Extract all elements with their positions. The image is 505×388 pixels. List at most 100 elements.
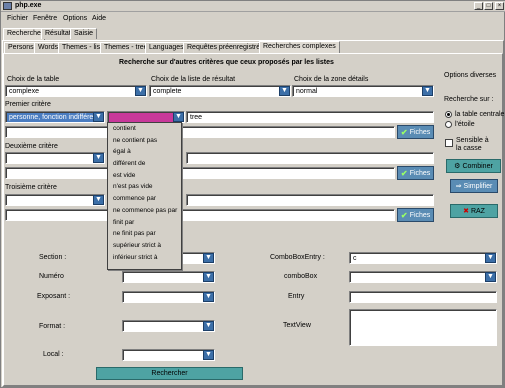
dropdown-option[interactable]: ne commence pas par xyxy=(108,205,181,217)
radio-table-centrale[interactable] xyxy=(445,111,452,118)
exposant-combo[interactable]: ▼ xyxy=(122,291,215,303)
crit1-fiches-button[interactable]: ✔ Fiches xyxy=(397,125,434,139)
menu-aide[interactable]: Aide xyxy=(92,15,106,22)
dropdown-option[interactable]: ne finit pas par xyxy=(108,228,181,240)
detail-combo[interactable]: normal ▼ xyxy=(292,85,434,97)
crit3-label: Troisième critère xyxy=(5,184,57,191)
detail-combo-value: normal xyxy=(296,88,318,95)
close-button[interactable]: × xyxy=(495,2,504,10)
crit2-fiches-label: Fiches xyxy=(409,169,431,177)
dropdown-option[interactable]: finit par xyxy=(108,217,181,229)
window-title: php.exe xyxy=(15,2,42,9)
result-combo-value: complete xyxy=(153,88,182,95)
dropdown-option[interactable]: ne contient pas xyxy=(108,135,181,147)
chevron-down-icon: ▼ xyxy=(93,153,104,163)
local-combo[interactable]: ▼ xyxy=(122,349,215,361)
crit1-field-combo[interactable]: personne, fonction indifférente ▼ xyxy=(5,111,105,123)
crit2-label: Deuxième critère xyxy=(5,143,58,150)
crit1-field-value: personne, fonction indifférente xyxy=(9,114,104,121)
tab-saisie[interactable]: Saisie xyxy=(70,28,98,39)
exposant-label: Exposant : xyxy=(37,293,71,300)
combine-button[interactable]: ⚙ Combiner xyxy=(446,159,501,173)
menu-fenetre[interactable]: Fenêtre xyxy=(33,15,57,22)
numero-label: Numéro xyxy=(39,273,64,280)
chevron-down-icon: ▼ xyxy=(93,195,104,205)
numero-combo[interactable]: ▼ xyxy=(122,271,215,283)
comboboxentry-combo[interactable]: c ▼ xyxy=(349,252,497,264)
chevron-down-icon: ▼ xyxy=(135,86,146,96)
app-window: php.exe _ □ × Fichier Fenêtre Options Ai… xyxy=(0,0,505,388)
simplify-button[interactable]: ⇒ Simplifier xyxy=(450,179,498,193)
table-combo-value: complexe xyxy=(9,88,39,95)
chevron-down-icon: ▼ xyxy=(203,253,214,263)
tab-themes-list[interactable]: Themes - list xyxy=(58,42,107,53)
tab-languages[interactable]: Languages xyxy=(145,42,188,53)
chevron-down-icon: ▼ xyxy=(173,112,184,122)
radio-etoile[interactable] xyxy=(445,121,452,128)
radio-etoile-label: l'étoile xyxy=(455,121,475,128)
dropdown-option[interactable]: différent de xyxy=(108,158,181,170)
format-combo[interactable]: ▼ xyxy=(122,320,215,332)
maximize-button[interactable]: □ xyxy=(484,2,493,10)
clear-icon: ✖ xyxy=(463,208,469,215)
search-on-label: Recherche sur : xyxy=(444,96,494,103)
chevron-down-icon: ▼ xyxy=(203,292,214,302)
comboboxentry-label: ComboBoxEntry : xyxy=(270,254,325,261)
crit2-value-entry[interactable] xyxy=(186,152,434,164)
detail-label: Choix de la zone détails xyxy=(294,76,369,83)
result-label: Choix de la liste de résultat xyxy=(151,76,236,83)
chevron-down-icon: ▼ xyxy=(422,86,433,96)
crit1-extra-entry[interactable] xyxy=(5,126,395,138)
title-bar: php.exe _ □ × xyxy=(1,1,505,12)
crit3-value-entry[interactable] xyxy=(186,194,434,206)
result-combo[interactable]: complete ▼ xyxy=(149,85,291,97)
menu-fichier[interactable]: Fichier xyxy=(7,15,28,22)
operator-dropdown: contient ne contient pas égal à différen… xyxy=(107,122,182,270)
dropdown-option[interactable]: inférieur strict à xyxy=(108,252,181,264)
crit2-extra-entry[interactable] xyxy=(5,167,395,179)
raz-button[interactable]: ✖ RAZ xyxy=(450,204,498,218)
dropdown-option[interactable]: est vide xyxy=(108,170,181,182)
crit1-fiches-label: Fiches xyxy=(409,128,431,136)
crit2-fiches-button[interactable]: ✔ Fiches xyxy=(397,166,434,180)
menu-options[interactable]: Options xyxy=(63,15,87,22)
crit3-extra-entry[interactable] xyxy=(5,209,395,221)
combobox-label: comboBox xyxy=(284,273,318,280)
tab-themes-tree[interactable]: Themes - tree xyxy=(100,42,152,53)
crit2-field-combo[interactable]: ▼ xyxy=(5,152,105,164)
app-icon xyxy=(3,2,12,10)
dropdown-option[interactable]: égal à xyxy=(108,146,181,158)
table-combo[interactable]: complexe ▼ xyxy=(5,85,147,97)
tab-persons[interactable]: Persons xyxy=(4,42,38,53)
combobox-combo[interactable]: ▼ xyxy=(349,271,497,283)
combine-label: Combiner xyxy=(462,162,493,170)
crit3-field-combo[interactable]: ▼ xyxy=(5,194,105,206)
table-label: Choix de la table xyxy=(7,76,60,83)
crit3-fiches-label: Fiches xyxy=(409,211,431,219)
crit3-fiches-button[interactable]: ✔ Fiches xyxy=(397,208,434,222)
dropdown-option[interactable]: n'est pas vide xyxy=(108,181,181,193)
entry-field[interactable] xyxy=(349,291,497,303)
crit1-value-entry[interactable]: tree xyxy=(186,111,434,123)
crit1-label: Premier critère xyxy=(5,101,51,108)
dropdown-option[interactable]: supérieur strict à xyxy=(108,240,181,252)
textview-area[interactable] xyxy=(349,309,497,346)
check-icon: ✔ xyxy=(400,168,408,178)
case-sensitive-checkbox[interactable] xyxy=(445,139,453,147)
local-label: Local : xyxy=(43,351,64,358)
chevron-down-icon: ▼ xyxy=(485,253,496,263)
tab-recherche[interactable]: Recherche xyxy=(3,28,45,40)
format-label: Format : xyxy=(39,323,66,330)
search-heading: Recherche sur d'autres critères que ceux… xyxy=(119,59,334,66)
tab-recherches-complexes[interactable]: Recherches complexes xyxy=(259,41,340,53)
minimize-button[interactable]: _ xyxy=(474,2,483,10)
dropdown-option[interactable]: commence par xyxy=(108,193,181,205)
chevron-down-icon: ▼ xyxy=(203,350,214,360)
textview-label: TextView xyxy=(283,322,311,329)
check-icon: ✔ xyxy=(400,210,408,220)
options-title: Options diverses xyxy=(444,72,497,79)
dropdown-option[interactable]: contient xyxy=(108,123,181,135)
simplify-label: Simplifier xyxy=(463,182,493,190)
search-button[interactable]: Rechercher xyxy=(96,367,243,380)
entry-label: Entry xyxy=(288,293,305,300)
